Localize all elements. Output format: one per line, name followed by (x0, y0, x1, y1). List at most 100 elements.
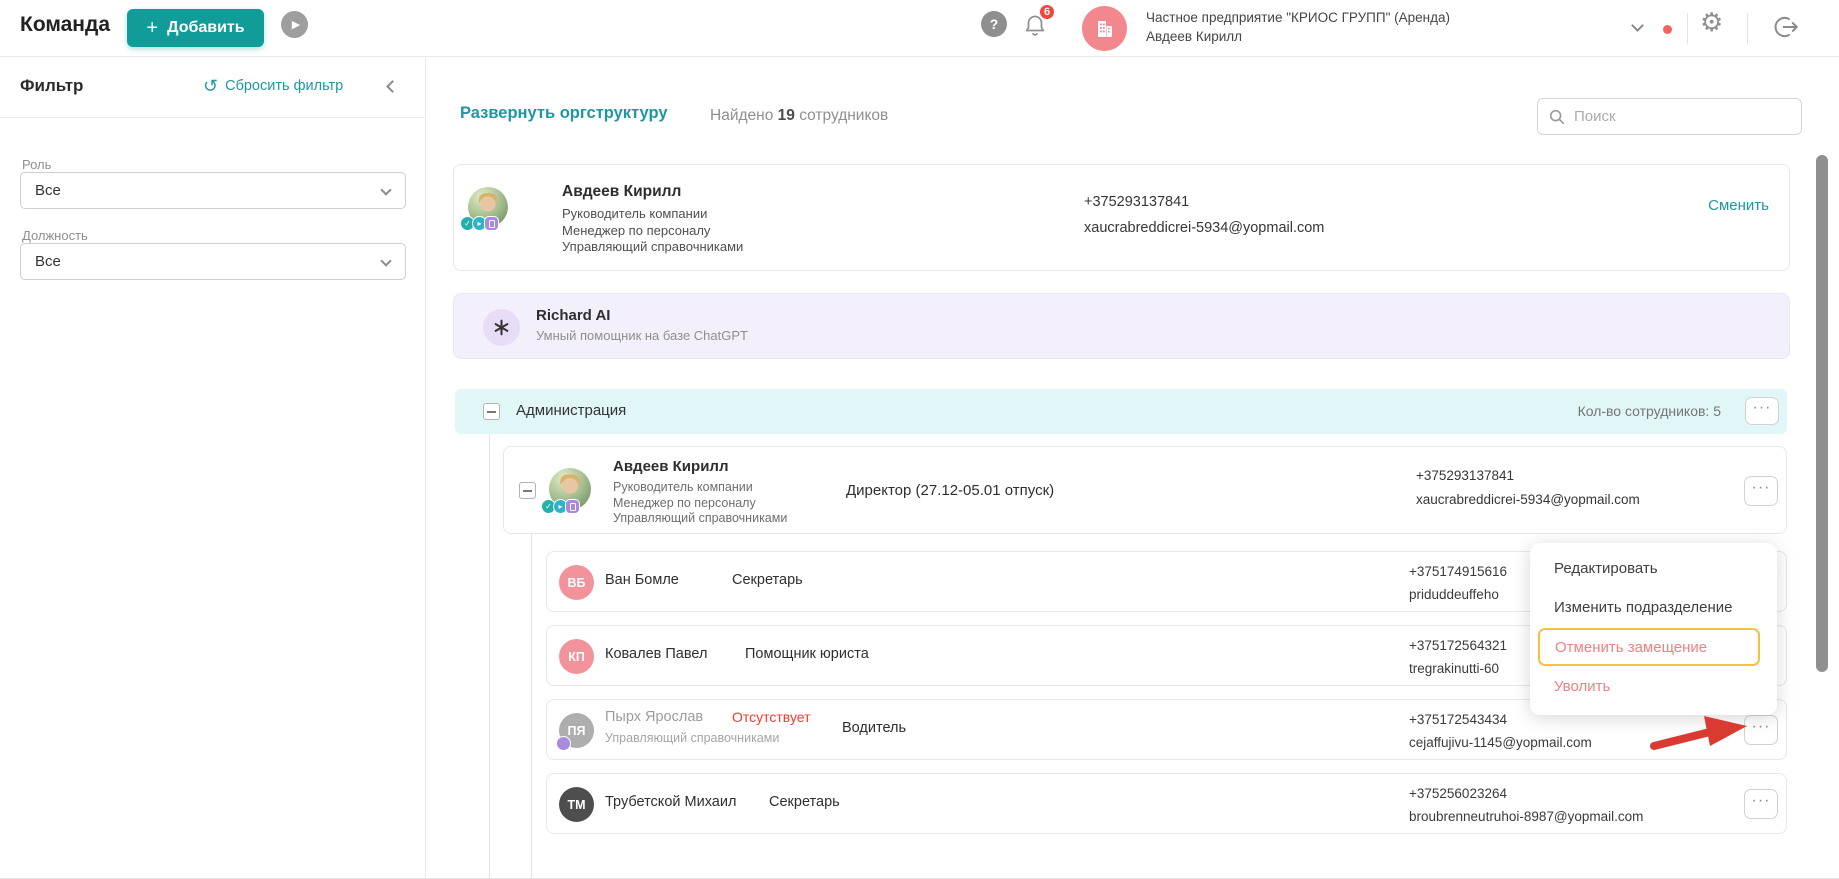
add-employee-button[interactable]: + Добавить (127, 9, 264, 47)
avatar: ВБ (559, 565, 594, 600)
company-info: Частное предприятие "КРИОС ГРУПП" (Аренд… (1146, 8, 1450, 46)
director-role: Менеджер по персоналу (613, 495, 756, 510)
play-icon: ▶ (291, 19, 301, 31)
employee-contact: +375172564321 tregrakinutti-60 (1409, 634, 1507, 680)
employee-email: broubrenneutruhoi-8987@yopmail.com (1409, 809, 1644, 824)
badge-icon (556, 736, 571, 751)
collapse-sidebar-icon[interactable] (386, 80, 399, 93)
chevron-down-icon (380, 184, 392, 196)
annotation-arrow-icon (1650, 716, 1747, 750)
add-button-label: Добавить (167, 19, 245, 36)
badge-icon (484, 216, 499, 231)
owner-role: Управляющий справочниками (562, 239, 744, 254)
collapse-branch-icon[interactable] (519, 482, 536, 499)
employee-position: Секретарь (769, 794, 840, 810)
divider (0, 117, 426, 118)
director-contact: +375293137841 xaucrabreddicrei-5934@yopm… (1416, 464, 1640, 512)
search-icon (1549, 109, 1565, 124)
chevron-down-icon[interactable] (1631, 19, 1644, 32)
owner-contact: +375293137841 xaucrabreddicrei-5934@yopm… (1084, 189, 1324, 241)
position-filter-label: Должность (22, 228, 88, 243)
change-owner-link[interactable]: Сменить (1708, 197, 1769, 214)
building-icon (1097, 20, 1112, 37)
filter-sidebar: Фильтр ↺ Сбросить фильтр Роль Все Должно… (0, 57, 426, 878)
position-filter-select[interactable]: Все (20, 243, 406, 280)
current-user-name: Авдеев Кирилл (1146, 29, 1243, 44)
tree-connector-line (531, 534, 532, 878)
team-page: Команда + Добавить ▶ ? 6 Частное предпри… (0, 0, 1839, 879)
department-count: Кол-во сотрудников: 5 (1577, 403, 1721, 419)
help-button[interactable]: ? (981, 11, 1007, 37)
found-suffix: сотрудников (799, 107, 889, 124)
chevron-down-icon (380, 255, 392, 267)
employee-name: Ковалев Павел (605, 646, 708, 662)
settings-button[interactable]: ⚙ (1700, 9, 1723, 35)
director-phone: +375293137841 (1416, 468, 1514, 483)
employee-position: Водитель (842, 720, 907, 736)
scrollbar-thumb[interactable] (1816, 155, 1828, 672)
director-role: Управляющий справочниками (613, 511, 788, 525)
logout-button[interactable] (1772, 13, 1800, 41)
director-menu-button[interactable]: ··· (1744, 476, 1778, 506)
employee-contact: +375174915616 priduddeuffeho (1409, 560, 1507, 606)
employee-position: Секретарь (732, 572, 803, 588)
reset-filter-button[interactable]: ↺ Сбросить фильтр (203, 77, 343, 95)
search-box (1537, 98, 1802, 135)
owner-email: xaucrabreddicrei-5934@yopmail.com (1084, 220, 1325, 236)
expand-orgstructure-link[interactable]: Развернуть оргструктуру (460, 104, 668, 123)
found-employees-text: Найдено 19 сотрудников (710, 107, 888, 125)
collapse-department-icon[interactable] (483, 403, 500, 420)
employee-position: Помощник юриста (745, 646, 869, 662)
logout-icon (1774, 16, 1798, 38)
absence-status: Отсутствует (732, 709, 811, 725)
director-roles: Руководитель компании Менеджер по персон… (613, 480, 787, 527)
top-header: Команда + Добавить ▶ ? 6 Частное предпри… (0, 0, 1839, 57)
found-prefix: Найдено (710, 107, 774, 124)
menu-item-cancel-substitution[interactable]: Отменить замещение (1555, 639, 1707, 656)
role-badges: ✓ ▸ (460, 216, 499, 231)
owner-role: Руководитель компании (562, 206, 708, 221)
employee-name: Пырх Ярослав (605, 709, 704, 725)
role-filter-select[interactable]: Все (20, 172, 406, 209)
avatar (483, 309, 520, 346)
avatar: КП (559, 639, 594, 674)
director-email: xaucrabreddicrei-5934@yopmail.com (1416, 492, 1640, 507)
employee-phone: +375172564321 (1409, 638, 1507, 653)
director-position: Директор (27.12-05.01 отпуск) (846, 482, 1055, 499)
employee-row: ТМ Трубетской Михаил Секретарь +37525602… (546, 773, 1787, 834)
menu-item-dismiss[interactable]: Уволить (1554, 678, 1610, 695)
filter-title: Фильтр (20, 76, 84, 95)
company-avatar[interactable] (1082, 6, 1127, 51)
company-title: Частное предприятие "КРИОС ГРУПП" (Аренд… (1146, 10, 1450, 25)
department-name: Администрация (516, 402, 627, 419)
assistant-name: Richard AI (536, 307, 611, 324)
play-button[interactable]: ▶ (281, 11, 308, 38)
status-dot (1663, 25, 1672, 34)
department-menu-button[interactable]: ··· (1745, 397, 1779, 425)
openai-icon (494, 319, 509, 336)
employee-name: Трубетской Михаил (605, 794, 737, 810)
employee-phone: +375256023264 (1409, 786, 1507, 801)
assistant-card: Richard AI Умный помощник на базе ChatGP… (453, 293, 1790, 359)
employee-menu-button[interactable]: ··· (1744, 789, 1778, 819)
owner-role: Менеджер по персоналу (562, 222, 711, 238)
divider (1687, 13, 1688, 44)
main-content: Развернуть оргструктуру Найдено 19 сотру… (426, 57, 1839, 878)
avatar: ✓ ▸ (541, 468, 591, 514)
divider (1747, 13, 1748, 44)
owner-roles: Руководитель компании Менеджер по персон… (562, 206, 743, 256)
role-filter-label: Роль (22, 157, 52, 172)
plus-icon: + (146, 17, 159, 39)
menu-item-highlight-box: Отменить замещение (1538, 628, 1760, 666)
avatar: ТМ (559, 787, 594, 822)
notification-badge: 6 (1038, 3, 1056, 21)
employee-subtitle: Управляющий справочниками (605, 731, 780, 745)
employee-contact: +375256023264 broubrenneutruhoi-8987@yop… (1409, 782, 1643, 828)
search-input[interactable] (1574, 108, 1774, 125)
menu-item-edit[interactable]: Редактировать (1554, 560, 1658, 577)
menu-item-change-department[interactable]: Изменить подразделение (1554, 599, 1732, 616)
director-role: Руководитель компании (613, 480, 753, 494)
department-header[interactable]: Администрация Кол-во сотрудников: 5 ··· (455, 389, 1787, 434)
position-filter-value: Все (35, 253, 61, 270)
owner-name: Авдеев Кирилл (562, 183, 682, 200)
